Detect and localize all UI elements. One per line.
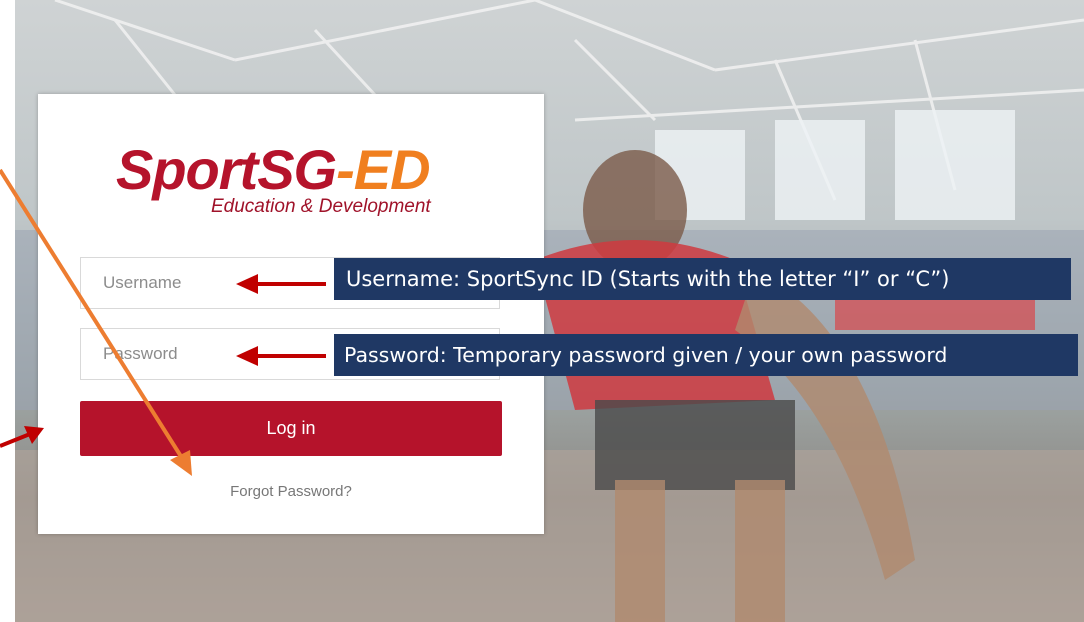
sportsg-ed-logo: SportSG-ED Education & Development: [116, 140, 466, 220]
password-callout: Password: Temporary password given / you…: [334, 334, 1078, 376]
logo-brand-sport: SportSG: [116, 138, 337, 201]
logo-tagline: Education & Development: [211, 196, 431, 217]
username-callout: Username: SportSync ID (Starts with the …: [334, 258, 1071, 300]
logo-brand-ed: -ED: [336, 138, 430, 201]
forgot-password-link[interactable]: Forgot Password?: [38, 483, 544, 500]
login-card: SportSG-ED Education & Development Log i…: [38, 94, 544, 534]
login-button[interactable]: Log in: [80, 401, 502, 456]
